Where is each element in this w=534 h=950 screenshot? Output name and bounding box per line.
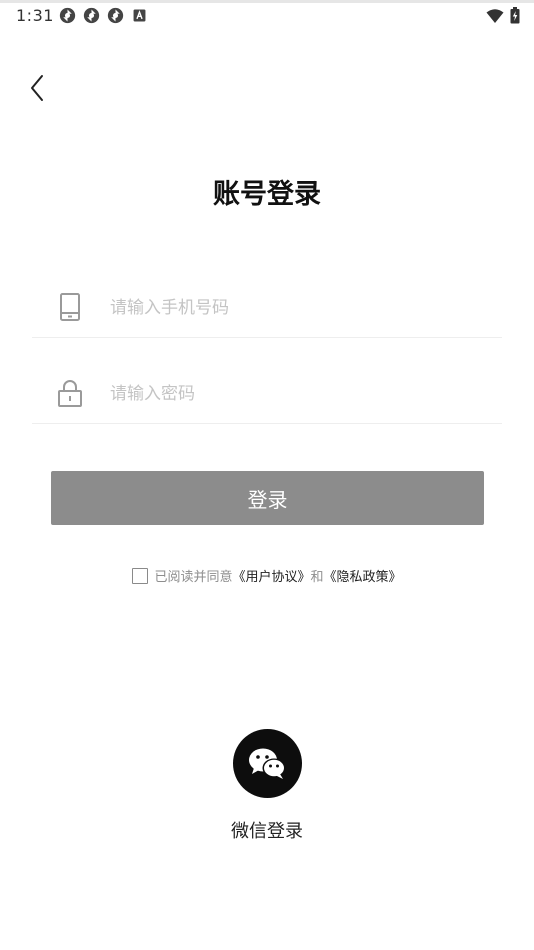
agreement-prefix: 已阅读并同意 [154,570,233,585]
password-field-row [32,366,502,424]
back-button[interactable] [22,72,52,104]
status-bar: 1:31 [0,0,534,28]
lock-icon [58,378,82,408]
agreement-conjunction: 和 [310,570,324,585]
sync-icon [83,7,100,24]
phone-input[interactable] [110,290,490,326]
login-screen: 1:31 账号登录 请输入手机号码 登录 已阅读并同意 《用户协议》 和 《隐私… [0,0,534,950]
login-button[interactable]: 登录 [51,471,484,525]
notification-icons [59,7,148,24]
wifi-icon [486,8,504,23]
wechat-login-button[interactable] [233,729,302,798]
status-time: 1:31 [16,6,54,25]
agreement-checkbox[interactable] [132,567,149,584]
system-icons [486,7,520,24]
user-agreement-link[interactable]: 《用户协议》 [232,566,310,585]
agreement-row: 已阅读并同意 《用户协议》 和 《隐私政策》 [0,566,534,585]
sync-icon [107,7,124,24]
sync-icon [59,7,76,24]
chevron-left-icon [31,75,43,101]
password-input[interactable] [110,376,490,412]
wechat-icon [248,748,285,779]
phone-field-row [32,280,502,338]
page-title: 账号登录 [213,179,321,210]
keyboard-a-icon [133,9,146,22]
wechat-login-label: 微信登录 [231,821,303,842]
phone-icon [58,292,82,322]
privacy-policy-link[interactable]: 《隐私政策》 [324,566,402,585]
battery-charging-icon [510,7,520,24]
